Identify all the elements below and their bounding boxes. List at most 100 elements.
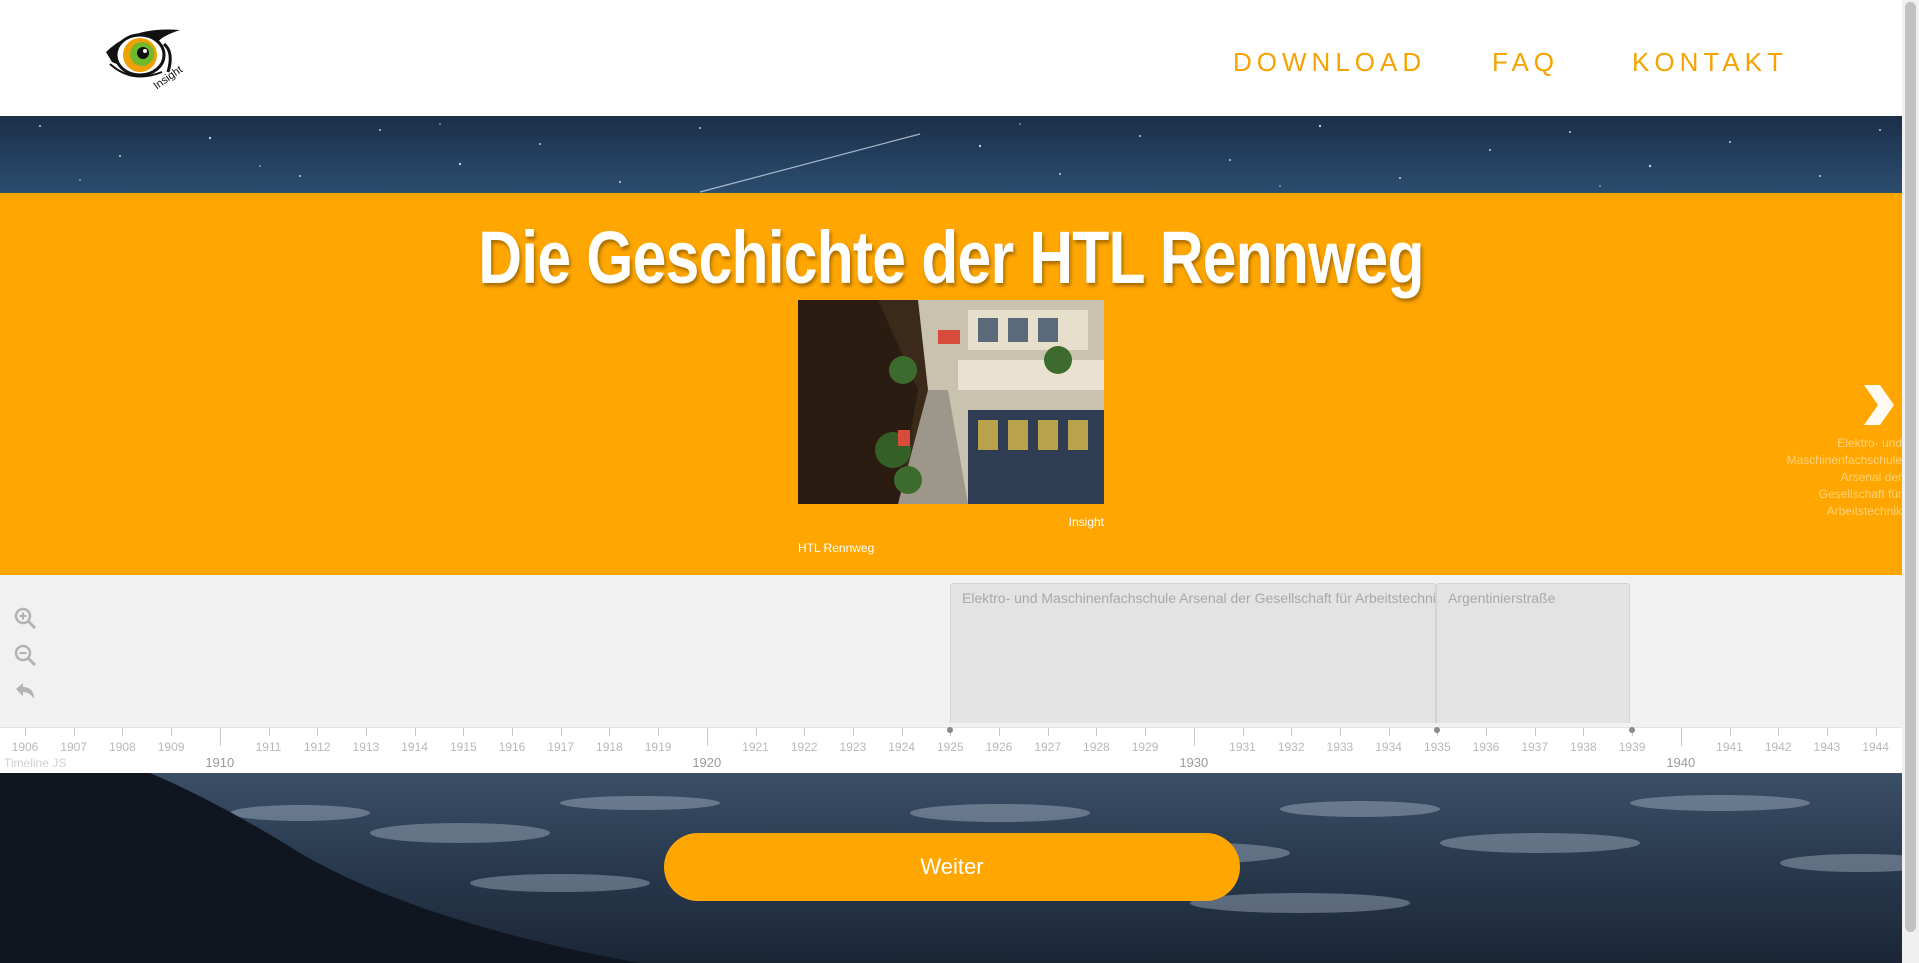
timeline-year-label: 1936 <box>1472 740 1500 754</box>
timeline-era-arsenal[interactable]: Elektro- und Maschinenfachschule Arsenal… <box>950 583 1443 723</box>
nav-kontakt[interactable]: KONTAKT <box>1632 47 1788 78</box>
timeline-year-label: 1923 <box>839 740 867 754</box>
timeline-tick <box>1680 728 1682 746</box>
timeline-decade-label: 1940 <box>1666 755 1696 770</box>
timeline-tick <box>171 728 173 736</box>
timeline-tick <box>1486 728 1487 736</box>
timeline-year-label: 1915 <box>449 740 477 754</box>
timeline-tick <box>1388 728 1390 736</box>
insight-logo[interactable]: Insight <box>102 22 190 100</box>
page-title: Die Geschichte der HTL Rennweg <box>478 216 1424 299</box>
timeline-year-label: 1921 <box>742 740 769 754</box>
timeline-year-label: 1941 <box>1716 740 1743 754</box>
timeline-tick <box>219 728 221 746</box>
timeline-year-label: 1914 <box>401 740 428 754</box>
timeline-tick <box>365 728 367 736</box>
timeline-tick <box>901 728 903 736</box>
timeline-tick <box>463 728 465 736</box>
timeline-event-marker[interactable] <box>1629 727 1636 733</box>
timeline-year-label: 1924 <box>888 740 915 754</box>
timeline-year-label: 1916 <box>498 740 526 754</box>
timeline-tick <box>1096 728 1098 736</box>
timeline-year-label: 1939 <box>1618 740 1646 754</box>
era-label: Argentinierstraße <box>1448 590 1556 606</box>
back-icon[interactable] <box>12 679 38 705</box>
timeline-year-label: 1927 <box>1034 740 1062 754</box>
timeline-tick <box>1534 728 1536 736</box>
timeline-tick <box>1193 728 1195 746</box>
timeline-event-marker[interactable] <box>1434 727 1441 733</box>
next-slide-chevron-icon[interactable] <box>1860 383 1896 427</box>
next-slide-preview[interactable]: Elektro- und Maschinenfachschule Arsenal… <box>1786 435 1902 520</box>
timeline-tick <box>560 728 562 736</box>
timeline-era-argentinierstrasse[interactable]: Argentinierstraße <box>1436 583 1630 723</box>
nav-download[interactable]: DOWNLOAD <box>1233 47 1426 78</box>
timeline-year-label: 1931 <box>1229 740 1256 754</box>
timeline-decade-label: 1930 <box>1179 755 1209 770</box>
timeline-year-label: 1913 <box>352 740 380 754</box>
timeline-year-label: 1909 <box>157 740 185 754</box>
timeline-year-label: 1944 <box>1862 740 1889 754</box>
timeline-year-label: 1937 <box>1521 740 1549 754</box>
timeline-year-label: 1934 <box>1375 740 1402 754</box>
photo-credit: Insight <box>1068 515 1104 529</box>
timeline-tick <box>414 728 416 736</box>
starry-sky-background <box>0 116 1902 194</box>
photo-caption: HTL Rennweg <box>798 541 875 555</box>
timeline-year-label: 1907 <box>60 740 88 754</box>
timeline-year-label: 1926 <box>985 740 1013 754</box>
timeline-tick <box>804 728 806 736</box>
timeline-year-label: 1918 <box>596 740 623 754</box>
timeline-navigator: Elektro- und Maschinenfachschule Arsenal… <box>0 575 1902 773</box>
zoom-in-icon[interactable] <box>12 605 38 631</box>
timeline-year-label: 1943 <box>1813 740 1841 754</box>
timeline-year-label: 1917 <box>547 740 575 754</box>
timeline-year-label: 1919 <box>644 740 672 754</box>
school-hallway-photo <box>798 300 1104 504</box>
scrollbar-thumb[interactable] <box>1905 2 1916 932</box>
timeline-tick <box>25 728 26 736</box>
timeline-year-label: 1908 <box>109 740 136 754</box>
timeline-tick <box>512 728 513 736</box>
page-scrollbar[interactable] <box>1902 0 1919 963</box>
timeline-tick <box>1826 728 1828 736</box>
timeline-tick <box>268 728 270 736</box>
zoom-out-icon[interactable] <box>12 642 38 668</box>
timeline-year-label: 1929 <box>1131 740 1159 754</box>
timeline-tick <box>706 728 708 746</box>
weiter-button[interactable]: Weiter <box>664 833 1240 901</box>
timeline-event-marker[interactable] <box>947 727 954 733</box>
timeline-year-label: 1938 <box>1570 740 1597 754</box>
timeline-year-label: 1935 <box>1423 740 1451 754</box>
timeline-year-label: 1922 <box>790 740 818 754</box>
timeline-tick <box>1047 728 1049 736</box>
timeline-year-label: 1906 <box>11 740 39 754</box>
timeline-ruler[interactable]: Timeline JS 1906 1907 1908 1909 1910 1911 1912… <box>0 727 1902 773</box>
timeline-tick <box>1145 728 1147 736</box>
timeline-tick <box>1339 728 1341 736</box>
timeline-year-label: 1942 <box>1764 740 1792 754</box>
timeline-tick <box>755 728 757 736</box>
timeline-year-label: 1925 <box>936 740 964 754</box>
timeline-year-label: 1911 <box>255 740 282 754</box>
hero-slide: Die Geschichte der HTL Rennweg Insight H… <box>0 193 1902 575</box>
timeline-decade-label: 1910 <box>205 755 235 770</box>
era-label: Elektro- und Maschinenfachschule Arsenal… <box>962 590 1443 606</box>
timeline-tick <box>852 728 854 736</box>
timeline-tick <box>1583 728 1585 736</box>
timeline-tick <box>1875 728 1877 736</box>
nav-faq[interactable]: FAQ <box>1492 47 1559 78</box>
timeline-tick <box>73 728 75 736</box>
timeline-tick <box>1291 728 1293 736</box>
timeline-tick <box>317 728 319 736</box>
timeline-tick <box>609 728 611 736</box>
page: Insight DOWNLOAD FAQ KONTAKT Die Geschic… <box>0 0 1919 963</box>
timeline-year-label: 1928 <box>1083 740 1110 754</box>
timeline-tick <box>658 728 660 736</box>
timeline-year-label: 1932 <box>1277 740 1305 754</box>
timeline-tick <box>1242 728 1244 736</box>
timelinejs-credit[interactable]: Timeline JS <box>4 756 66 770</box>
timeline-decade-label: 1920 <box>692 755 722 770</box>
timeline-year-label: 1933 <box>1326 740 1354 754</box>
timeline-year-label: 1912 <box>303 740 331 754</box>
